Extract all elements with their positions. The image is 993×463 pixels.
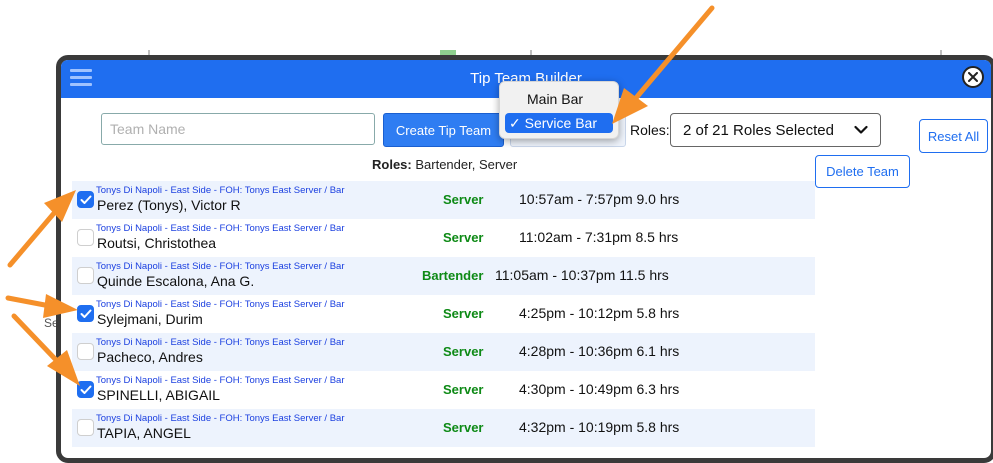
chevron-down-icon [854,125,868,134]
employee-shift-time: 4:28pm - 10:36pm 6.1 hrs [519,343,680,359]
employee-row: Tonys Di Napoli - East Side - FOH: Tonys… [72,371,815,409]
roles-select-value: 2 of 21 Roles Selected [683,122,834,139]
employee-checkbox[interactable] [77,267,94,284]
selected-roles-value: Bartender, Server [415,157,518,172]
employee-name: Sylejmani, Durim [97,311,203,327]
employee-row: Tonys Di Napoli - East Side - FOH: Tonys… [72,295,815,333]
employee-checkbox[interactable] [77,381,94,398]
employee-location: Tonys Di Napoli - East Side - FOH: Tonys… [96,185,345,196]
employee-shift-time: 11:02am - 7:31pm 8.5 hrs [519,229,679,245]
employee-role: Server [443,230,484,245]
employee-name: Perez (Tonys), Victor R [97,197,241,213]
reset-all-button[interactable]: Reset All [919,119,988,153]
employee-role: Server [443,306,484,321]
create-tip-team-button[interactable]: Create Tip Team [383,113,504,147]
roles-label: Roles: [630,122,670,138]
checkmark-icon [80,195,92,204]
employee-name: TAPIA, ANGEL [97,425,191,441]
menu-item-main-bar[interactable]: Main Bar [527,91,583,107]
employee-shift-time: 4:30pm - 10:49pm 6.3 hrs [519,381,680,397]
employee-name: Pacheco, Andres [97,349,203,365]
employee-location: Tonys Di Napoli - East Side - FOH: Tonys… [96,299,345,310]
employee-name: Quinde Escalona, Ana G. [97,273,255,289]
employee-checkbox[interactable] [77,343,94,360]
employee-checkbox[interactable] [77,419,94,436]
bar-dropdown-menu: Main Bar ✓ Service Bar [499,81,619,139]
employee-checkbox[interactable] [77,229,94,246]
selected-roles-line: Roles: Bartender, Server [372,157,517,172]
checkmark-icon [80,385,92,394]
close-icon [968,72,978,82]
roles-select[interactable]: 2 of 21 Roles Selected [670,113,881,147]
employee-shift-time: 11:05am - 10:37pm 11.5 hrs [495,267,669,283]
employee-row: Tonys Di Napoli - East Side - FOH: Tonys… [72,181,815,219]
employee-name: Routsi, Christothea [97,235,217,251]
employee-role: Server [443,192,484,207]
employee-checkbox[interactable] [77,305,94,322]
employee-name: SPINELLI, ABIGAIL [97,387,220,403]
employee-location: Tonys Di Napoli - East Side - FOH: Tonys… [96,337,345,348]
screenshot-stage: Se Tip Team Builder Create Tip Team Role… [0,0,993,463]
checkmark-icon [80,309,92,318]
selected-roles-label: Roles: [372,157,412,172]
employee-location: Tonys Di Napoli - East Side - FOH: Tonys… [96,375,345,386]
menu-item-service-bar[interactable]: ✓ Service Bar [505,113,613,133]
employee-shift-time: 4:25pm - 10:12pm 5.8 hrs [519,305,680,321]
close-button[interactable] [962,66,984,88]
employee-location: Tonys Di Napoli - East Side - FOH: Tonys… [96,413,345,424]
employee-location: Tonys Di Napoli - East Side - FOH: Tonys… [96,261,345,272]
employee-row: Tonys Di Napoli - East Side - FOH: Tonys… [72,333,815,371]
employee-row: Tonys Di Napoli - East Side - FOH: Tonys… [72,409,815,447]
employee-list: Tonys Di Napoli - East Side - FOH: Tonys… [72,181,815,447]
employee-row: Tonys Di Napoli - East Side - FOH: Tonys… [72,257,815,295]
employee-shift-time: 10:57am - 7:57pm 9.0 hrs [519,191,680,207]
employee-checkbox[interactable] [77,191,94,208]
employee-role: Bartender [422,268,484,283]
team-name-input[interactable] [101,113,375,145]
employee-role: Server [443,382,484,397]
employee-role: Server [443,344,484,359]
delete-team-button[interactable]: Delete Team [815,155,910,188]
employee-location: Tonys Di Napoli - East Side - FOH: Tonys… [96,223,345,234]
employee-shift-time: 4:32pm - 10:19pm 5.8 hrs [519,419,680,435]
employee-row: Tonys Di Napoli - East Side - FOH: Tonys… [72,219,815,257]
employee-role: Server [443,420,484,435]
